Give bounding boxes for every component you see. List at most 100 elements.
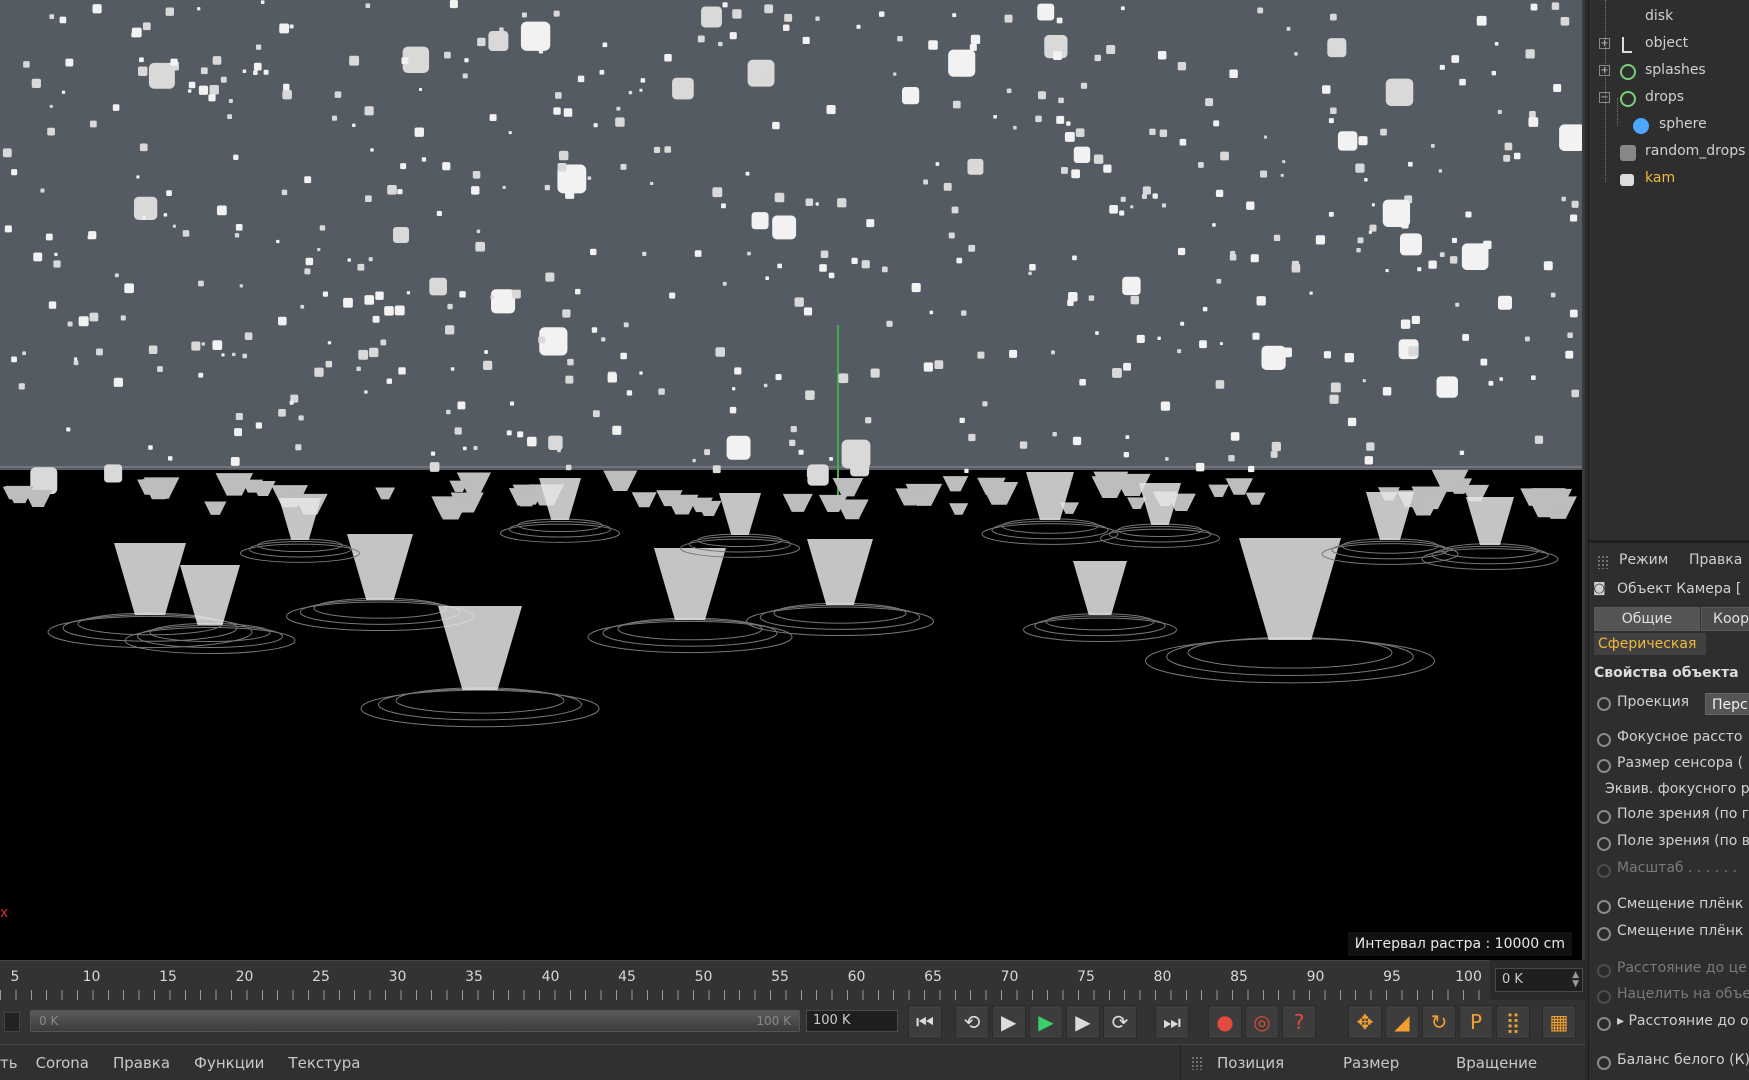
go-to-end-button[interactable]: ⏭ bbox=[1155, 1005, 1189, 1039]
drop-particle bbox=[31, 78, 41, 88]
object-row-object[interactable]: + object bbox=[1589, 31, 1749, 58]
timeline-tick-label: 60 bbox=[847, 969, 866, 985]
panel-grip-icon[interactable] bbox=[1597, 555, 1609, 569]
drop-particle bbox=[828, 272, 835, 279]
animate-toggle[interactable] bbox=[1597, 864, 1611, 878]
scale-tool-button[interactable]: ◢ bbox=[1385, 1005, 1419, 1039]
cinema4d-window: x Интервал растра : 10000 cm 5 10 15 20 25 30… bbox=[0, 0, 1749, 1080]
tab-coordinates[interactable]: Коор bbox=[1701, 607, 1749, 631]
drop-particle bbox=[1179, 138, 1187, 146]
points-button[interactable]: ⣿ bbox=[1496, 1005, 1530, 1039]
mode-menu[interactable]: Режим bbox=[1619, 552, 1668, 568]
move-tool-button[interactable]: ✥ bbox=[1348, 1005, 1382, 1039]
scale-icon: ◢ bbox=[1394, 1010, 1410, 1034]
object-row-drops[interactable]: − drops bbox=[1589, 85, 1749, 112]
animate-toggle[interactable] bbox=[1597, 837, 1611, 851]
record-button[interactable]: ● bbox=[1208, 1005, 1242, 1039]
animate-toggle[interactable] bbox=[1597, 810, 1611, 824]
keyframe-selection-button[interactable]: ? bbox=[1282, 1005, 1316, 1039]
drop-particle bbox=[838, 373, 849, 384]
next-frame-button[interactable]: ▶ bbox=[1066, 1005, 1100, 1039]
drop-particle bbox=[220, 76, 227, 83]
next-key-button[interactable]: ⟳ bbox=[1103, 1005, 1137, 1039]
drop-particle bbox=[421, 157, 427, 162]
drop-particle bbox=[48, 301, 57, 309]
prev-frame-button[interactable]: ◀ bbox=[992, 1005, 1026, 1039]
drop-particle bbox=[1103, 164, 1112, 173]
menu-item-create[interactable]: ть bbox=[0, 1054, 18, 1072]
drop-particle bbox=[1075, 128, 1085, 137]
drop-particle bbox=[276, 239, 280, 244]
drop-particle bbox=[1088, 295, 1095, 301]
spinner-icon[interactable]: ▲ ▼ bbox=[1572, 971, 1579, 989]
drop-particle bbox=[325, 360, 333, 368]
film-button[interactable]: ▦ bbox=[1542, 1005, 1576, 1039]
drop-particle bbox=[943, 182, 952, 191]
drop-particle bbox=[1004, 14, 1013, 23]
object-row-disk[interactable]: disk bbox=[1589, 4, 1749, 31]
drop-particle bbox=[429, 462, 440, 472]
drop-particle bbox=[11, 169, 18, 176]
drop-particle bbox=[721, 203, 726, 209]
drop-particle bbox=[1438, 169, 1443, 173]
animate-toggle[interactable] bbox=[1597, 990, 1611, 1004]
expand-icon[interactable]: + bbox=[1599, 38, 1610, 49]
menu-item-corona[interactable]: Corona bbox=[36, 1054, 89, 1072]
prev-key-button[interactable]: ⟲ bbox=[955, 1005, 989, 1039]
drop-particle bbox=[454, 427, 462, 435]
3d-viewport[interactable]: x Интервал растра : 10000 cm bbox=[0, 0, 1585, 960]
drop-particle bbox=[557, 448, 561, 453]
drop-particle bbox=[1567, 332, 1573, 338]
autokey-button[interactable]: ◎ bbox=[1245, 1005, 1279, 1039]
timeline-ruler[interactable]: 5 10 15 20 25 30 35 40 45 50 55 60 65 70 75 80 85 90 95 100 bbox=[0, 960, 1490, 1000]
drop-particle bbox=[352, 123, 356, 128]
drop-particle bbox=[783, 24, 790, 31]
object-row-kam[interactable]: kam bbox=[1589, 166, 1749, 193]
drop-particle bbox=[1282, 160, 1286, 164]
drop-particle bbox=[729, 32, 737, 40]
animate-toggle[interactable] bbox=[1597, 927, 1611, 941]
play-button[interactable]: ▶ bbox=[1029, 1005, 1063, 1039]
current-frame-field[interactable]: 0 K ▲ ▼ bbox=[1495, 968, 1583, 992]
drop-particle bbox=[1013, 125, 1017, 130]
end-frame-field[interactable]: 100 K bbox=[806, 1010, 898, 1032]
go-to-start-button[interactable]: ⏮ bbox=[908, 1005, 942, 1039]
drop-particle bbox=[607, 373, 617, 383]
animate-toggle[interactable] bbox=[1597, 964, 1611, 978]
drop-particle bbox=[1428, 260, 1437, 269]
next-key-icon: ⟳ bbox=[1111, 1010, 1129, 1034]
drop-particle bbox=[419, 87, 423, 91]
animate-toggle[interactable] bbox=[1597, 697, 1611, 711]
drop-particle bbox=[289, 400, 294, 405]
menu-item-texture[interactable]: Текстура bbox=[288, 1054, 360, 1072]
panel-grip-icon[interactable] bbox=[1191, 1056, 1203, 1070]
animate-toggle[interactable] bbox=[1597, 900, 1611, 914]
tab-basic[interactable]: Общие bbox=[1594, 607, 1700, 631]
drop-particle bbox=[230, 457, 240, 466]
animate-toggle[interactable] bbox=[1597, 733, 1611, 747]
animate-toggle[interactable] bbox=[1597, 1056, 1611, 1070]
menu-item-edit[interactable]: Правка bbox=[113, 1054, 170, 1072]
object-row-splashes[interactable]: + splashes bbox=[1589, 58, 1749, 85]
preview-range-slider[interactable]: 0 K 100 K bbox=[30, 1010, 800, 1032]
drop-particle bbox=[968, 433, 976, 442]
collapse-icon[interactable]: − bbox=[1599, 92, 1610, 103]
object-row-sphere[interactable]: sphere bbox=[1589, 112, 1749, 139]
drop-particle bbox=[317, 248, 321, 252]
expand-icon[interactable]: + bbox=[1599, 65, 1610, 76]
animate-toggle[interactable] bbox=[1597, 759, 1611, 773]
drop-particle bbox=[774, 192, 785, 203]
drop-particle bbox=[368, 257, 373, 262]
start-spinner[interactable] bbox=[4, 1012, 20, 1032]
rotate-tool-button[interactable]: ↻ bbox=[1422, 1005, 1456, 1039]
drop-particle bbox=[1246, 201, 1255, 210]
tab-spherical[interactable]: Сферическая bbox=[1594, 633, 1706, 655]
projection-dropdown[interactable]: Перс bbox=[1705, 693, 1749, 715]
menu-item-functions[interactable]: Функции bbox=[194, 1054, 264, 1072]
animate-toggle[interactable] bbox=[1597, 1017, 1611, 1031]
drop-particle bbox=[483, 360, 493, 370]
parameter-button[interactable]: P bbox=[1459, 1005, 1493, 1039]
edit-menu[interactable]: Правка bbox=[1689, 552, 1742, 568]
object-row-random-drops[interactable]: random_drops bbox=[1589, 139, 1749, 166]
timeline-tick-label: 100 bbox=[1455, 969, 1482, 985]
